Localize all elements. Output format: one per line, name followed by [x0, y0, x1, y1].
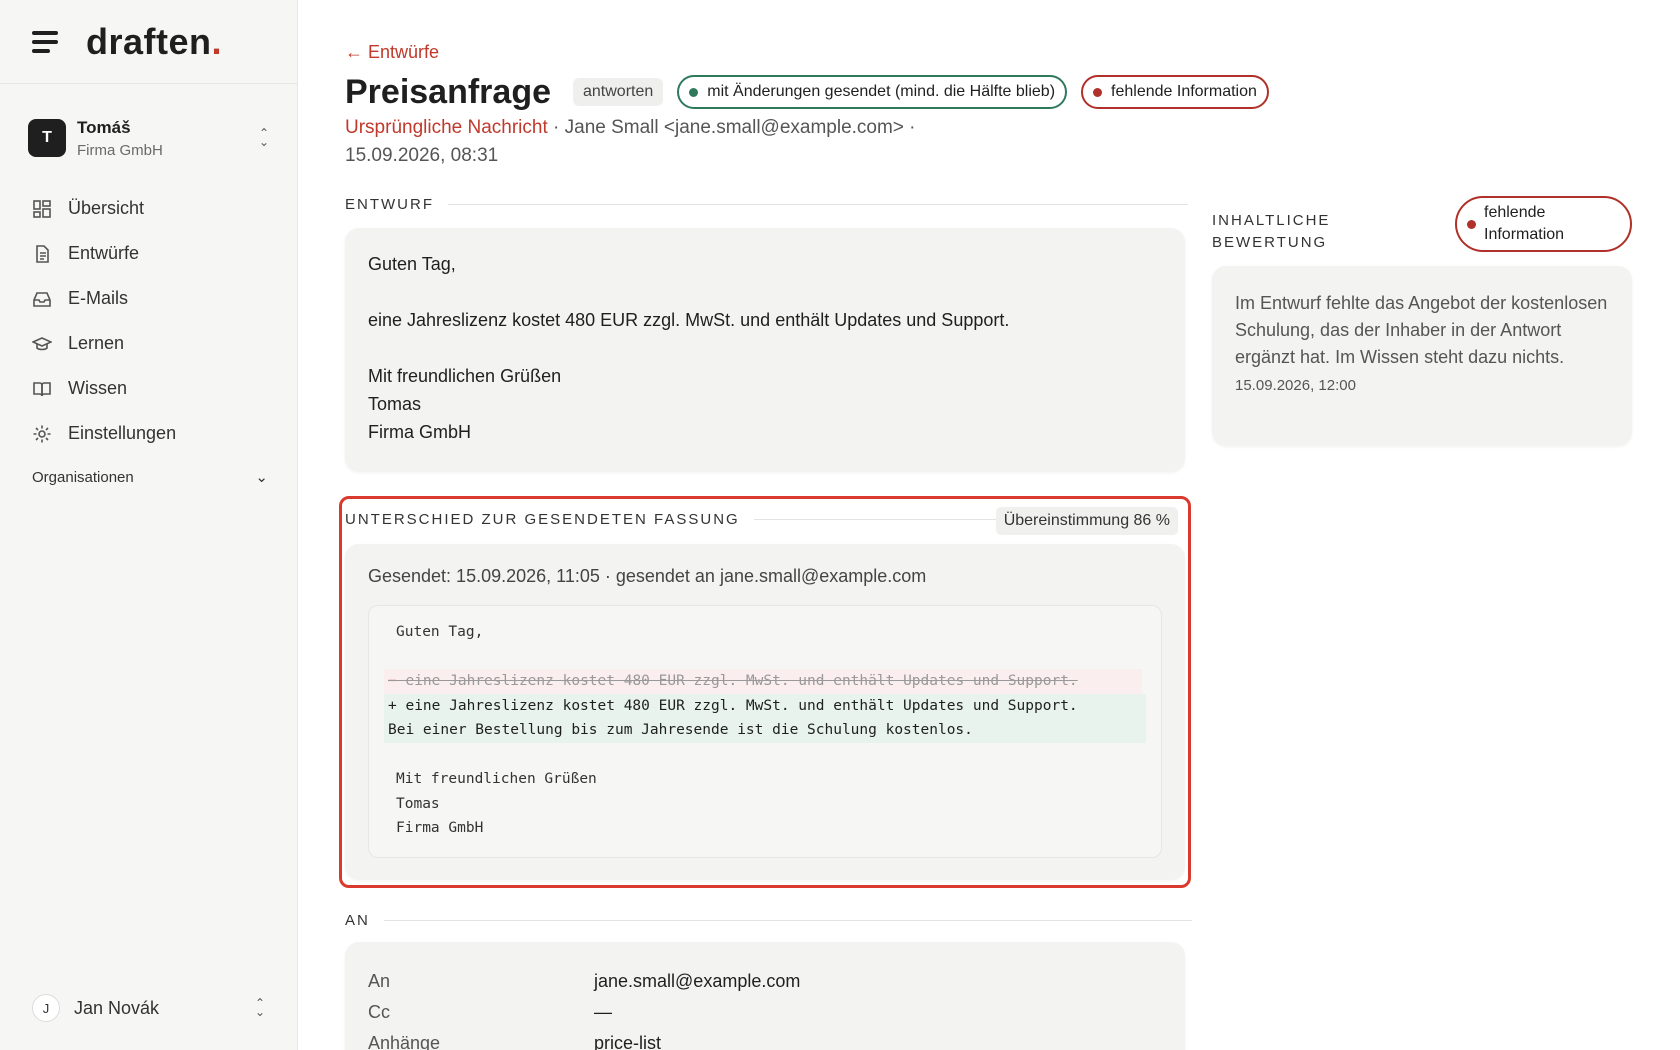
diff-line: Guten Tag,	[396, 624, 484, 640]
user-avatar: J	[32, 994, 60, 1022]
table-row: An jane.small@example.com	[368, 971, 801, 991]
chevron-down-icon: ⌄	[255, 469, 268, 486]
sender-info: · Jane Small <jane.small@example.com> ·	[547, 117, 916, 138]
account-company: Firma GmbH	[77, 141, 163, 159]
diff-highlight-frame: UNTERSCHIED ZUR GESENDETEN FASSUNG Übere…	[339, 496, 1191, 888]
recipients-table: An jane.small@example.com Cc — Anhänge pric…	[345, 942, 1185, 1050]
issue-badge: fehlende Information	[1081, 75, 1269, 109]
attachment-link[interactable]: price-list	[594, 1028, 661, 1050]
book-icon	[32, 379, 52, 399]
user-menu[interactable]: J Jan Novák ⌃ ⌄	[32, 992, 268, 1024]
main-nav: Übersicht Entwürfe E-Mails Lernen Wissen…	[32, 186, 272, 456]
nav-label: Übersicht	[68, 198, 145, 218]
account-avatar: T	[28, 119, 66, 157]
nav-label: Lernen	[68, 333, 125, 353]
nav-item-lernen[interactable]: Lernen	[32, 321, 272, 366]
nav-item-emails[interactable]: E-Mails	[32, 276, 272, 321]
user-name: Jan Novák	[74, 997, 160, 1018]
issue-dot-icon	[1467, 219, 1476, 229]
account-switcher[interactable]: T Tomáš Firma GmbH ⌃ ⌄	[28, 116, 272, 160]
table-row: Cc —	[368, 1002, 612, 1022]
chevron-updown-icon: ⌃ ⌄	[254, 996, 266, 1019]
gear-icon	[32, 424, 52, 444]
back-link[interactable]: ← Entwürfe	[345, 42, 439, 63]
message-meta: Ursprüngliche Nachricht · Jane Small <ja…	[345, 114, 965, 170]
assessment-timestamp: 15.09.2026, 12:00	[1235, 377, 1356, 394]
page-title: Preisanfrage	[345, 72, 551, 111]
sidebar: draften. T Tomáš Firma GmbH ⌃ ⌄ Übersicht…	[0, 0, 298, 1050]
type-chip: antworten	[573, 78, 664, 106]
divider	[753, 519, 1010, 520]
nav-label: Wissen	[68, 378, 128, 398]
diff-code-block: Guten Tag, − eine Jahreslizenz kostet 48…	[368, 605, 1162, 858]
nav-item-einstellungen[interactable]: Einstellungen	[32, 411, 272, 456]
nav-label: E-Mails	[68, 288, 129, 308]
account-name: Tomáš	[77, 117, 131, 137]
diff-line: Mit freundlichen Grüßen	[396, 771, 597, 787]
title-row: Preisanfrage antworten mit Änderungen ge…	[345, 72, 1269, 112]
menu-icon[interactable]	[32, 30, 60, 54]
divider	[383, 920, 1192, 921]
diff-line-empty	[384, 743, 1146, 768]
assessment-text: Im Entwurf fehlte das Angebot der kosten…	[1235, 293, 1608, 367]
nav-item-uebersicht[interactable]: Übersicht	[32, 186, 272, 231]
organizations-label: Organisationen	[32, 468, 134, 486]
diff-heading: UNTERSCHIED ZUR GESENDETEN FASSUNG	[345, 511, 1010, 528]
brand-bar: draften.	[0, 0, 297, 84]
message-date: 15.09.2026, 08:31	[345, 145, 499, 166]
nav-item-entwuerfe[interactable]: Entwürfe	[32, 231, 272, 276]
match-badge: Übereinstimmung 86 %	[995, 507, 1178, 535]
recipients-heading: AN	[345, 912, 1192, 929]
chevron-updown-icon: ⌃ ⌄	[258, 126, 270, 149]
diff-line-empty	[384, 645, 1146, 670]
draft-heading: ENTWURF	[345, 196, 1188, 213]
draft-body: Guten Tag, eine Jahreslizenz kostet 480 …	[368, 254, 1010, 442]
issue-dot-icon	[1093, 87, 1103, 97]
divider	[448, 204, 1188, 205]
original-message-link[interactable]: Ursprüngliche Nachricht	[345, 117, 548, 138]
inbox-icon	[32, 289, 52, 309]
assessment-card: Im Entwurf fehlte das Angebot der kosten…	[1212, 266, 1632, 446]
table-row: Anhänge price-list	[368, 1028, 1162, 1050]
diff-card: Gesendet: 15.09.2026, 11:05 · gesendet a…	[345, 544, 1185, 880]
brand-logo[interactable]: draften.	[86, 21, 222, 63]
dashboard-icon	[32, 199, 52, 219]
sent-info: Gesendet: 15.09.2026, 11:05 · gesendet a…	[368, 566, 927, 586]
diff-line-added: + eine Jahreslizenz kostet 480 EUR zzgl.…	[384, 693, 1146, 743]
organizations-toggle[interactable]: Organisationen ⌄	[32, 468, 268, 487]
recipients-card: An jane.small@example.com Cc — Anhänge pric…	[345, 942, 1185, 1050]
assessment-heading: INHALTLICHE BEWERTUNG	[1212, 212, 1331, 251]
document-icon	[32, 244, 52, 264]
diff-line: Firma GmbH	[396, 820, 484, 836]
diff-line-removed: − eine Jahreslizenz kostet 480 EUR zzgl.…	[384, 669, 1142, 694]
draft-card: Guten Tag, eine Jahreslizenz kostet 480 …	[345, 228, 1185, 472]
nav-item-wissen[interactable]: Wissen	[32, 366, 272, 411]
assessment-badge: fehlende Information	[1455, 196, 1632, 252]
graduation-cap-icon	[32, 334, 52, 354]
nav-label: Einstellungen	[68, 423, 177, 443]
nav-label: Entwürfe	[68, 243, 140, 263]
status-badge: mit Änderungen gesendet (mind. die Hälft…	[677, 75, 1068, 109]
diff-line: Tomas	[396, 795, 440, 812]
status-dot-icon	[689, 87, 699, 97]
